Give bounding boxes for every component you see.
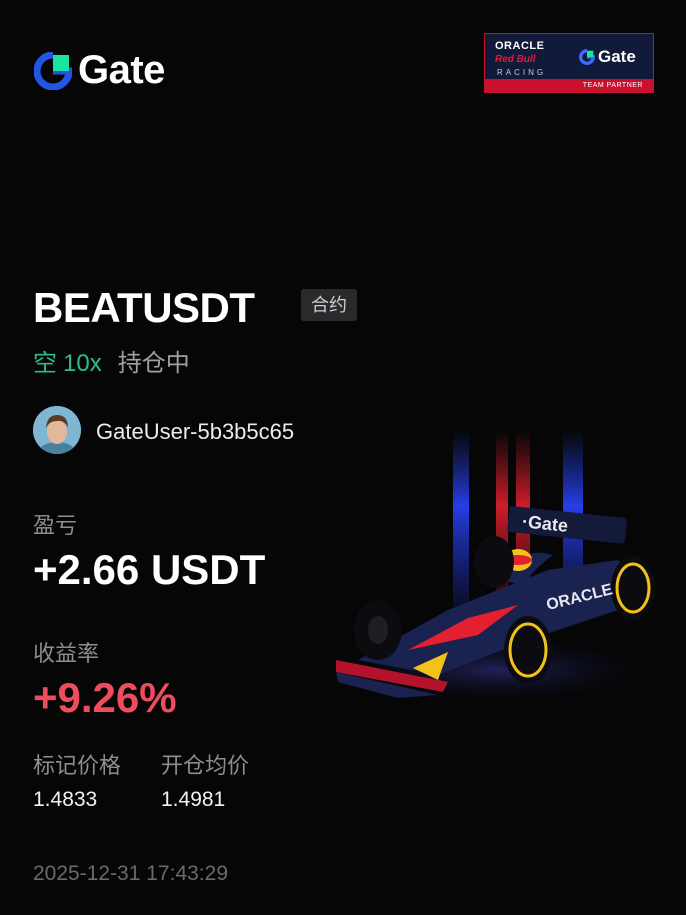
entry-price-label: 开仓均价 <box>161 753 250 778</box>
entry-price-value: 1.4981 <box>161 788 226 811</box>
partner-gate-text: Gate <box>598 47 636 66</box>
contract-type-badge: 合约 <box>301 289 357 321</box>
trading-pair: BEATUSDT <box>33 284 255 331</box>
f1-car-illustration: ·Gate ORACLE <box>328 430 668 706</box>
pnl-label: 盈亏 <box>33 513 78 538</box>
oracle-text: ORACLE <box>495 40 545 52</box>
mark-price-value: 1.4833 <box>33 788 98 811</box>
partner-gate-logo: Gate <box>579 47 636 67</box>
roi-label: 收益率 <box>33 641 100 666</box>
pnl-value: +2.66 USDT <box>33 546 266 593</box>
position-row: 空 10x 持仓中 <box>33 343 190 378</box>
username: GateUser-5b3b5c65 <box>96 419 295 444</box>
gate-small-icon <box>579 49 595 65</box>
position-status: 持仓中 <box>117 350 190 377</box>
position-direction: 空 <box>33 350 57 377</box>
avatar <box>33 406 81 454</box>
leverage: 10x <box>63 350 102 377</box>
roi-value: +9.26% <box>33 674 177 721</box>
mark-price-label: 标记价格 <box>33 753 122 778</box>
avatar-portrait-icon <box>33 406 81 454</box>
team-partner-badge: ORACLE Red Bull RACING Gate TEAM PARTNER <box>484 33 654 93</box>
gate-logo: Gate <box>34 48 165 93</box>
team-partner-label: TEAM PARTNER <box>485 79 653 92</box>
logo-text: Gate <box>78 48 165 92</box>
racing-text: RACING <box>497 68 547 77</box>
timestamp: 2025-12-31 17:43:29 <box>33 862 228 885</box>
gate-logo-icon <box>34 51 72 90</box>
redbull-text: Red Bull <box>495 54 536 65</box>
